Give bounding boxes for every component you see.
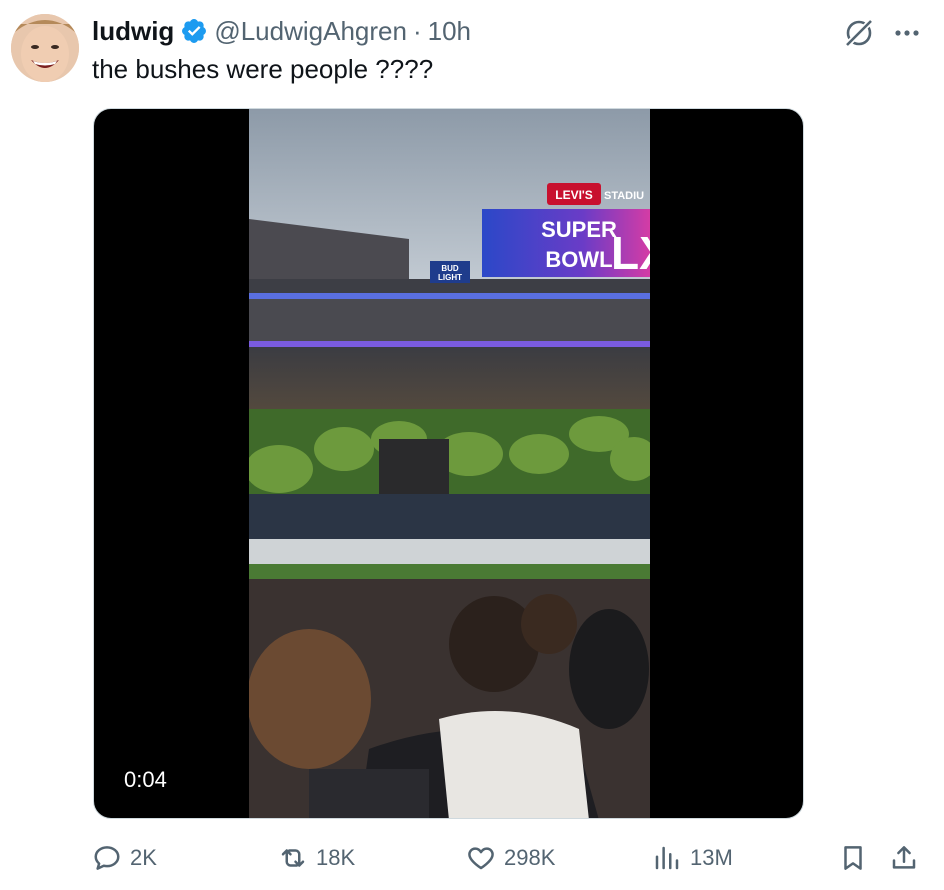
svg-text:SUPER: SUPER [541,217,617,242]
svg-text:BOWL: BOWL [545,247,612,272]
views-button[interactable]: 13M [652,838,733,878]
svg-text:LIGHT: LIGHT [438,273,462,282]
video-player[interactable]: LEVI'S STADIU SUPER BOWL LX BUD LIGHT [93,108,804,819]
author-handle[interactable]: @LudwigAhgren [214,16,407,47]
avatar[interactable] [11,14,79,82]
repost-count: 18K [316,845,356,870]
tweet-text: the bushes were people ???? [92,54,434,84]
share-icon [892,846,916,869]
verified-badge-icon [180,17,208,45]
like-button[interactable]: 298K [466,838,555,878]
reply-count: 2K [130,845,157,870]
timestamp[interactable]: 10h [428,16,471,47]
reply-icon [94,846,120,870]
video-duration: 0:04 [124,767,167,792]
svg-text:BUD: BUD [441,264,459,273]
more-icon[interactable] [890,16,924,50]
bookmark-icon [844,846,862,870]
reply-button[interactable]: 2K [92,838,157,878]
views-count: 13M [690,845,733,870]
grok-icon[interactable] [842,16,876,50]
svg-text:LEVI'S: LEVI'S [555,188,593,202]
author-name[interactable]: ludwig [92,16,174,47]
svg-text:LX: LX [611,227,650,279]
views-icon [655,846,679,870]
action-bar: 2K 18K 298K 13M [0,838,944,878]
repost-icon [281,849,305,867]
video-frame[interactable]: LEVI'S STADIU SUPER BOWL LX BUD LIGHT [249,109,650,818]
tweet-header: ludwig @LudwigAhgren · 10h [92,14,471,48]
bookmark-button[interactable] [838,838,868,878]
separator-dot: · [412,15,422,46]
svg-text:STADIU: STADIU [604,190,644,202]
repost-button[interactable]: 18K [278,838,355,878]
like-count: 298K [504,845,556,870]
stadium-scene-image: LEVI'S STADIU SUPER BOWL LX BUD LIGHT [249,109,650,818]
share-button[interactable] [889,838,919,878]
heart-icon [468,847,494,870]
